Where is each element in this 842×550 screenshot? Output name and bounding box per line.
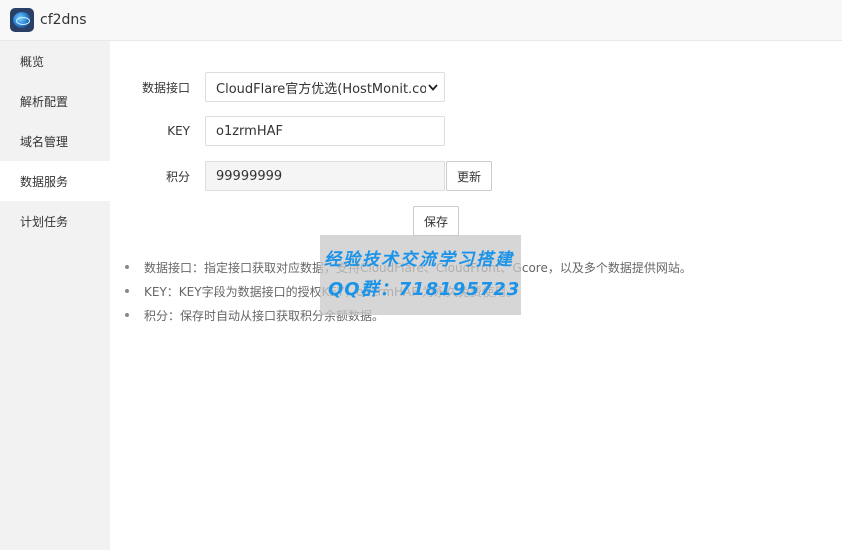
points-input: 99999999 — [205, 161, 445, 191]
form-row-points: 积分 99999999 更新 — [110, 161, 492, 191]
app-header: cf2dns — [0, 0, 842, 41]
key-label: KEY — [167, 124, 190, 138]
watermark-overlay: 经验技术交流学习搭建 QQ群：718195723 — [320, 235, 521, 315]
interface-select[interactable]: CloudFlare官方优选(HostMonit.com) — [205, 72, 445, 102]
bullet-icon — [125, 265, 129, 269]
sidebar: 概览 解析配置 域名管理 数据服务 计划任务 — [0, 41, 110, 550]
interface-label: 数据接口 — [141, 80, 190, 95]
refresh-button[interactable]: 更新 — [446, 161, 492, 191]
form-row-interface: 数据接口 CloudFlare官方优选(HostMonit.com) — [110, 72, 445, 102]
sidebar-item-resolve-config[interactable]: 解析配置 — [0, 81, 110, 121]
sidebar-item-overview[interactable]: 概览 — [0, 41, 110, 81]
sidebar-item-label: 数据服务 — [20, 174, 69, 189]
watermark-line1: 经验技术交流学习搭建 — [324, 250, 514, 270]
sidebar-item-label: 解析配置 — [20, 94, 69, 109]
sidebar-item-domain-management[interactable]: 域名管理 — [0, 121, 110, 161]
sidebar-item-label: 概览 — [20, 54, 45, 69]
save-button[interactable]: 保存 — [413, 206, 459, 236]
watermark-line2: QQ群：718195723 — [328, 279, 521, 300]
app-logo-icon — [10, 8, 34, 32]
key-input[interactable]: o1zrmHAF — [205, 116, 445, 146]
points-label: 积分 — [165, 169, 190, 184]
sidebar-item-label: 计划任务 — [20, 214, 69, 229]
form-row-key: KEY o1zrmHAF — [110, 116, 445, 146]
sidebar-item-scheduled-tasks[interactable]: 计划任务 — [0, 201, 110, 241]
bullet-icon — [125, 289, 129, 293]
app-title: cf2dns — [40, 12, 87, 28]
sidebar-item-label: 域名管理 — [20, 134, 69, 149]
chevron-down-icon — [426, 80, 440, 94]
bullet-icon — [125, 313, 129, 317]
sidebar-item-data-service[interactable]: 数据服务 — [0, 161, 110, 201]
interface-select-value: CloudFlare官方优选(HostMonit.com) — [216, 81, 426, 97]
